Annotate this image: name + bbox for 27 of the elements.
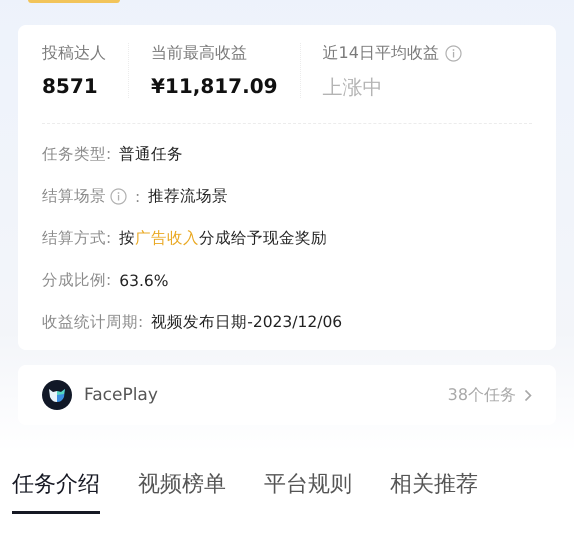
info-icon[interactable]: [444, 45, 462, 62]
field-label: 结算方式:: [42, 228, 112, 249]
field-value: 视频发布日期-2023/12/06: [151, 312, 342, 333]
field-value: 普通任务: [119, 144, 184, 165]
field-label: 任务类型:: [42, 144, 112, 165]
stat-value: 上涨中: [322, 74, 384, 101]
stat-value: ¥11,817.09: [151, 74, 278, 98]
field-label: 分成比例:: [42, 270, 112, 291]
app-name: FacePlay: [84, 385, 159, 405]
info-icon[interactable]: [110, 188, 127, 205]
tab[interactable]: 视频榜单: [138, 469, 226, 514]
field-value: 按广告收入分成给予现金奖励: [119, 228, 328, 249]
field-label: 结算场景: [42, 186, 106, 207]
app-card[interactable]: FacePlay 38个任务: [18, 365, 556, 425]
field-value: 推荐流场景: [148, 186, 228, 207]
stat-label: 近14日平均收益: [322, 43, 439, 64]
field-value: 63.6%: [119, 272, 168, 290]
tab[interactable]: 平台规则: [264, 469, 352, 514]
tab[interactable]: 相关推荐: [390, 469, 478, 514]
field-label: 收益统计周期:: [42, 312, 144, 333]
stat-value: 8571: [42, 74, 99, 98]
chevron-right-icon: [524, 388, 532, 402]
tab[interactable]: 任务介绍: [12, 469, 100, 514]
stat-label: 投稿达人: [42, 43, 106, 64]
stat-label: 当前最高收益: [151, 43, 247, 64]
mask-logo-icon: [42, 380, 72, 410]
colon: :: [135, 188, 140, 206]
